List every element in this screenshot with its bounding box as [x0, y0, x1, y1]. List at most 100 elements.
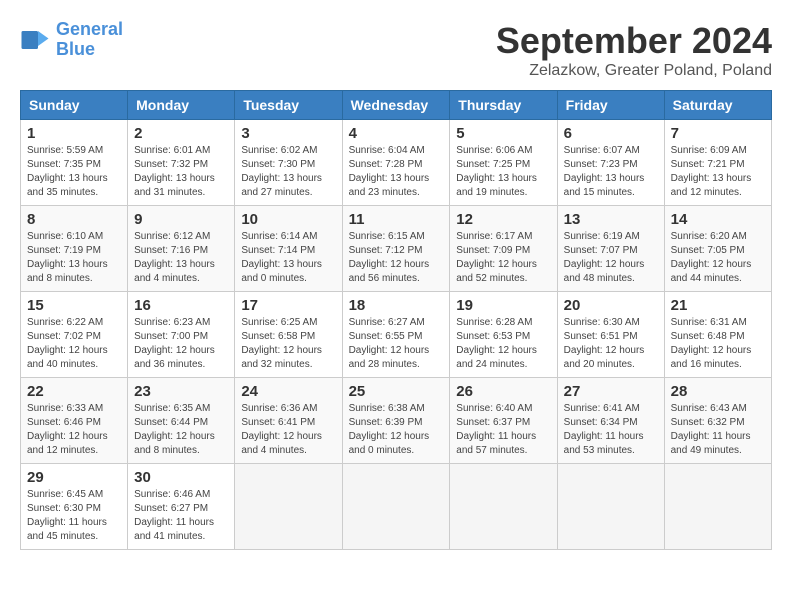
calendar-cell: 23 Sunrise: 6:35 AM Sunset: 6:44 PM Dayli…: [128, 378, 235, 464]
calendar-cell: [557, 464, 664, 550]
weekday-header: Tuesday: [235, 91, 342, 120]
day-number: 14: [671, 211, 765, 228]
calendar-cell: 11 Sunrise: 6:15 AM Sunset: 7:12 PM Dayli…: [342, 206, 450, 292]
day-number: 5: [456, 125, 550, 142]
day-info: Sunrise: 6:38 AM Sunset: 6:39 PM Dayligh…: [349, 402, 444, 458]
day-number: 21: [671, 297, 765, 314]
calendar-cell: 9Sunrise: 6:12 AM Sunset: 7:16 PM Daylig…: [128, 206, 235, 292]
day-info: Sunrise: 6:04 AM Sunset: 7:28 PM Dayligh…: [349, 144, 444, 200]
calendar-cell: 30 Sunrise: 6:46 AM Sunset: 6:27 PM Dayli…: [128, 464, 235, 550]
day-number: 3: [241, 125, 335, 142]
calendar-cell: 26Sunrise: 6:40 AM Sunset: 6:37 PM Dayli…: [450, 378, 557, 464]
day-number: 30: [134, 469, 228, 486]
logo-line2: Blue: [56, 39, 95, 59]
day-number: 10: [241, 211, 335, 228]
calendar-week-row: 1 Sunrise: 5:59 AM Sunset: 7:35 PM Daylig…: [21, 120, 772, 206]
weekday-header: Wednesday: [342, 91, 450, 120]
calendar-cell: 10 Sunrise: 6:14 AM Sunset: 7:14 PM Dayli…: [235, 206, 342, 292]
day-info: Sunrise: 6:23 AM Sunset: 7:00 PM Dayligh…: [134, 316, 228, 372]
calendar-cell: 12 Sunrise: 6:17 AM Sunset: 7:09 PM Dayli…: [450, 206, 557, 292]
calendar-cell: 3Sunrise: 6:02 AM Sunset: 7:30 PM Daylig…: [235, 120, 342, 206]
day-info: Sunrise: 6:30 AM Sunset: 6:51 PM Dayligh…: [564, 316, 658, 372]
day-number: 22: [27, 383, 121, 400]
calendar-week-row: 8 Sunrise: 6:10 AM Sunset: 7:19 PM Daylig…: [21, 206, 772, 292]
day-info: Sunrise: 6:10 AM Sunset: 7:19 PM Dayligh…: [27, 230, 121, 286]
day-number: 26: [456, 383, 550, 400]
weekday-header-row: SundayMondayTuesdayWednesdayThursdayFrid…: [21, 91, 772, 120]
calendar-cell: 14 Sunrise: 6:20 AM Sunset: 7:05 PM Dayli…: [664, 206, 771, 292]
title-section: September 2024 Zelazkow, Greater Poland,…: [496, 20, 772, 80]
day-number: 25: [349, 383, 444, 400]
calendar-cell: 28 Sunrise: 6:43 AM Sunset: 6:32 PM Dayli…: [664, 378, 771, 464]
calendar-cell: 5 Sunrise: 6:06 AM Sunset: 7:25 PM Daylig…: [450, 120, 557, 206]
day-info: Sunrise: 6:28 AM Sunset: 6:53 PM Dayligh…: [456, 316, 550, 372]
calendar-cell: [342, 464, 450, 550]
calendar-cell: 8 Sunrise: 6:10 AM Sunset: 7:19 PM Daylig…: [21, 206, 128, 292]
day-info: Sunrise: 6:12 AM Sunset: 7:16 PM Dayligh…: [134, 230, 228, 286]
day-number: 7: [671, 125, 765, 142]
calendar-cell: 19 Sunrise: 6:28 AM Sunset: 6:53 PM Dayli…: [450, 292, 557, 378]
day-info: Sunrise: 6:06 AM Sunset: 7:25 PM Dayligh…: [456, 144, 550, 200]
calendar-cell: 22 Sunrise: 6:33 AM Sunset: 6:46 PM Dayli…: [21, 378, 128, 464]
day-info: Sunrise: 6:46 AM Sunset: 6:27 PM Dayligh…: [134, 488, 228, 544]
calendar-cell: 27 Sunrise: 6:41 AM Sunset: 6:34 PM Dayli…: [557, 378, 664, 464]
day-info: Sunrise: 6:20 AM Sunset: 7:05 PM Dayligh…: [671, 230, 765, 286]
day-info: Sunrise: 6:25 AM Sunset: 6:58 PM Dayligh…: [241, 316, 335, 372]
day-number: 29: [27, 469, 121, 486]
day-number: 11: [349, 211, 444, 228]
day-info: Sunrise: 6:14 AM Sunset: 7:14 PM Dayligh…: [241, 230, 335, 286]
day-number: 16: [134, 297, 228, 314]
day-info: Sunrise: 5:59 AM Sunset: 7:35 PM Dayligh…: [27, 144, 121, 200]
day-info: Sunrise: 6:07 AM Sunset: 7:23 PM Dayligh…: [564, 144, 658, 200]
day-number: 15: [27, 297, 121, 314]
calendar-cell: 13 Sunrise: 6:19 AM Sunset: 7:07 PM Dayli…: [557, 206, 664, 292]
day-number: 1: [27, 125, 121, 142]
calendar-cell: 4Sunrise: 6:04 AM Sunset: 7:28 PM Daylig…: [342, 120, 450, 206]
day-number: 23: [134, 383, 228, 400]
calendar-cell: [450, 464, 557, 550]
logo-text: General Blue: [56, 20, 123, 60]
day-number: 18: [349, 297, 444, 314]
month-title: September 2024: [496, 20, 772, 62]
day-info: Sunrise: 6:41 AM Sunset: 6:34 PM Dayligh…: [564, 402, 658, 458]
calendar-cell: 18 Sunrise: 6:27 AM Sunset: 6:55 PM Dayli…: [342, 292, 450, 378]
calendar-cell: 20 Sunrise: 6:30 AM Sunset: 6:51 PM Dayli…: [557, 292, 664, 378]
weekday-header: Thursday: [450, 91, 557, 120]
calendar-cell: 1 Sunrise: 5:59 AM Sunset: 7:35 PM Daylig…: [21, 120, 128, 206]
day-number: 28: [671, 383, 765, 400]
weekday-header: Friday: [557, 91, 664, 120]
day-number: 13: [564, 211, 658, 228]
calendar-cell: 6 Sunrise: 6:07 AM Sunset: 7:23 PM Daylig…: [557, 120, 664, 206]
calendar-cell: 17 Sunrise: 6:25 AM Sunset: 6:58 PM Dayli…: [235, 292, 342, 378]
day-number: 17: [241, 297, 335, 314]
day-number: 24: [241, 383, 335, 400]
day-info: Sunrise: 6:19 AM Sunset: 7:07 PM Dayligh…: [564, 230, 658, 286]
page-header: General Blue September 2024 Zelazkow, Gr…: [20, 20, 772, 80]
day-number: 2: [134, 125, 228, 142]
day-info: Sunrise: 6:17 AM Sunset: 7:09 PM Dayligh…: [456, 230, 550, 286]
calendar-table: SundayMondayTuesdayWednesdayThursdayFrid…: [20, 90, 772, 550]
day-info: Sunrise: 6:35 AM Sunset: 6:44 PM Dayligh…: [134, 402, 228, 458]
day-number: 6: [564, 125, 658, 142]
day-number: 27: [564, 383, 658, 400]
day-number: 8: [27, 211, 121, 228]
day-number: 12: [456, 211, 550, 228]
calendar-cell: [235, 464, 342, 550]
day-info: Sunrise: 6:09 AM Sunset: 7:21 PM Dayligh…: [671, 144, 765, 200]
calendar-week-row: 29Sunrise: 6:45 AM Sunset: 6:30 PM Dayli…: [21, 464, 772, 550]
weekday-header: Sunday: [21, 91, 128, 120]
calendar-cell: 25 Sunrise: 6:38 AM Sunset: 6:39 PM Dayli…: [342, 378, 450, 464]
logo-line1: General: [56, 19, 123, 39]
calendar-week-row: 15 Sunrise: 6:22 AM Sunset: 7:02 PM Dayli…: [21, 292, 772, 378]
logo: General Blue: [20, 20, 123, 60]
calendar-cell: 15 Sunrise: 6:22 AM Sunset: 7:02 PM Dayli…: [21, 292, 128, 378]
day-number: 19: [456, 297, 550, 314]
day-info: Sunrise: 6:27 AM Sunset: 6:55 PM Dayligh…: [349, 316, 444, 372]
day-info: Sunrise: 6:33 AM Sunset: 6:46 PM Dayligh…: [27, 402, 121, 458]
day-info: Sunrise: 6:15 AM Sunset: 7:12 PM Dayligh…: [349, 230, 444, 286]
day-info: Sunrise: 6:31 AM Sunset: 6:48 PM Dayligh…: [671, 316, 765, 372]
day-info: Sunrise: 6:43 AM Sunset: 6:32 PM Dayligh…: [671, 402, 765, 458]
day-number: 20: [564, 297, 658, 314]
calendar-cell: 29Sunrise: 6:45 AM Sunset: 6:30 PM Dayli…: [21, 464, 128, 550]
day-info: Sunrise: 6:22 AM Sunset: 7:02 PM Dayligh…: [27, 316, 121, 372]
